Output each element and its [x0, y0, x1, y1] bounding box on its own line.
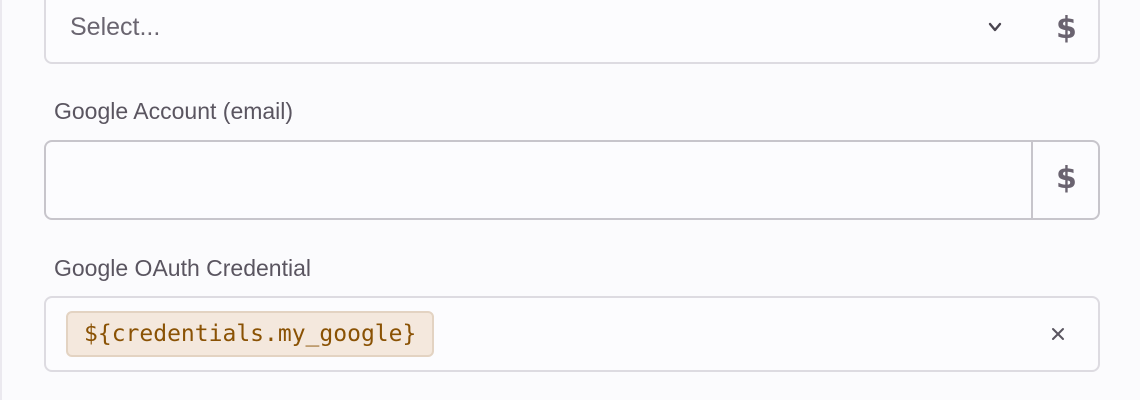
close-icon[interactable] — [1046, 322, 1070, 346]
credential-chip[interactable]: ${credentials.my_google} — [66, 311, 435, 357]
chevron-down-icon[interactable] — [988, 20, 1002, 34]
select-dropdown[interactable]: Select... $ — [44, 0, 1100, 64]
oauth-credential-field[interactable]: ${credentials.my_google} — [44, 296, 1100, 372]
email-field-container: $ — [44, 140, 1100, 220]
select-placeholder: Select... — [70, 13, 161, 41]
variable-toggle-button[interactable]: $ — [1056, 14, 1077, 44]
email-field[interactable] — [46, 142, 1033, 218]
email-field-label: Google Account (email) — [54, 98, 294, 124]
form-panel: Select... $ Google Account (email) $ Goo… — [0, 0, 1138, 400]
oauth-credential-label: Google OAuth Credential — [54, 255, 311, 281]
variable-toggle-button[interactable]: $ — [1056, 164, 1077, 194]
